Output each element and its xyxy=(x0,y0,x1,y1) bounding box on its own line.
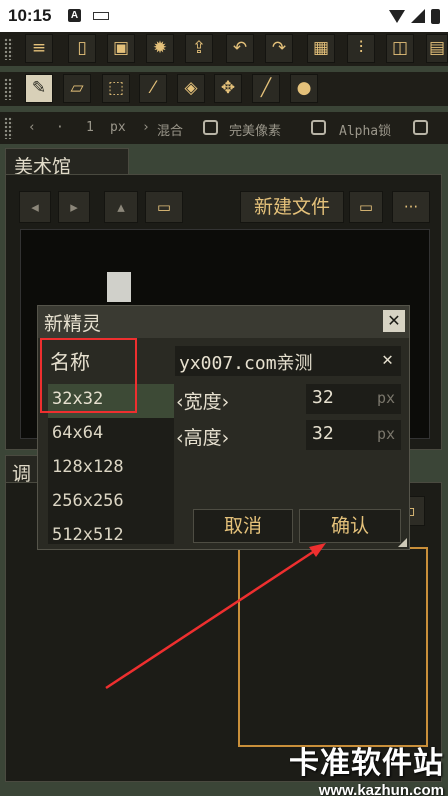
watermark-url: www.kazhun.com xyxy=(318,782,444,796)
watermark: 卡准软件站 www.kazhun.com xyxy=(289,738,444,796)
watermark-title: 卡准软件站 xyxy=(289,746,444,781)
annotation-arrow xyxy=(105,543,326,690)
